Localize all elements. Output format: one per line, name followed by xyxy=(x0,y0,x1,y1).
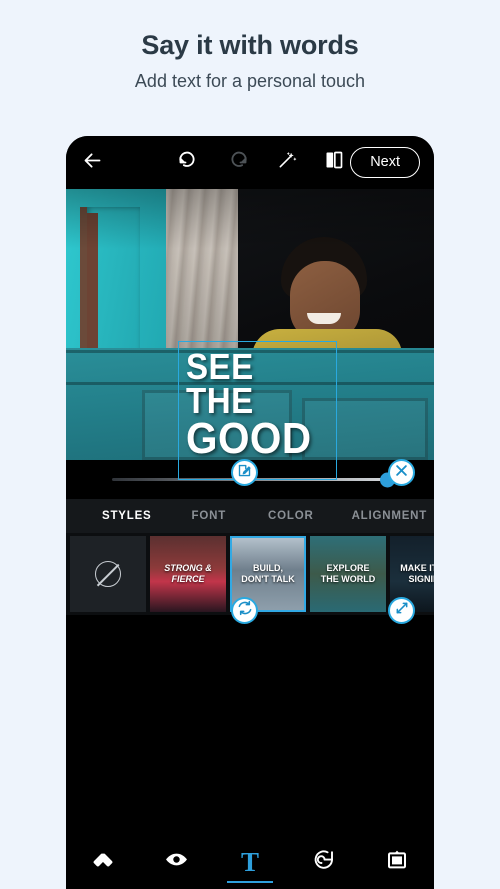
text-option-tabs: STYLES FONT COLOR ALIGNMENT xyxy=(66,499,434,533)
heal-patch-icon xyxy=(91,848,115,877)
redo-button[interactable] xyxy=(221,136,254,189)
overlay-text-line1: SEE THE xyxy=(186,346,254,422)
text-t-icon: T xyxy=(240,846,259,877)
redo-icon xyxy=(228,150,248,175)
back-arrow-icon xyxy=(82,150,103,176)
style-thumb-strong-fierce[interactable]: STRONG & FIERCE xyxy=(150,536,226,612)
magic-wand-button[interactable] xyxy=(270,136,303,189)
sticker-swirl-icon xyxy=(312,848,336,877)
style-thumb-none[interactable] xyxy=(70,536,146,612)
nav-item-heal[interactable] xyxy=(66,835,140,889)
style-thumb-label: STRONG & FIERCE xyxy=(164,562,212,584)
eye-icon xyxy=(164,847,189,877)
nav-item-text[interactable]: T xyxy=(213,835,287,889)
edit-pencil-icon xyxy=(237,463,252,483)
phone-mockup: Next STYLES FONT COLOR ALIGNMENT STRONG … xyxy=(66,136,434,889)
compare-button[interactable] xyxy=(317,136,350,189)
promo-header: Say it with words Add text for a persona… xyxy=(0,0,500,92)
rotate-handle[interactable] xyxy=(231,597,258,624)
back-button[interactable] xyxy=(66,136,120,189)
style-thumb-explore-the-world[interactable]: EXPLORE THE WORLD xyxy=(310,536,386,612)
tab-font[interactable]: FONT xyxy=(192,510,227,522)
overlay-text-line2: GOOD xyxy=(186,414,312,464)
no-style-icon xyxy=(95,561,121,587)
magic-wand-icon xyxy=(277,150,297,175)
undo-icon xyxy=(178,150,198,175)
style-thumb-label: BUILD, DON'T TALK xyxy=(241,562,295,584)
close-x-icon xyxy=(394,463,409,483)
resize-diagonal-icon xyxy=(394,600,410,621)
style-thumb-label: MAKE IT SIMSIGNIFIC xyxy=(400,562,434,584)
edit-handle[interactable] xyxy=(231,459,258,486)
tab-color[interactable]: COLOR xyxy=(268,510,314,522)
delete-handle[interactable] xyxy=(388,459,415,486)
nav-item-frame[interactable] xyxy=(360,835,434,889)
page-title: Say it with words xyxy=(141,30,359,60)
nav-item-looks[interactable] xyxy=(140,835,214,889)
next-button[interactable]: Next xyxy=(350,146,421,179)
compare-split-icon xyxy=(324,150,344,175)
editor-toolbar: Next xyxy=(66,136,434,189)
nav-item-sticker[interactable] xyxy=(287,835,361,889)
promo-page: Say it with words Add text for a persona… xyxy=(0,0,500,889)
page-subtitle: Add text for a personal touch xyxy=(134,71,366,91)
style-thumb-label: EXPLORE THE WORLD xyxy=(320,562,376,584)
rotate-refresh-icon xyxy=(237,600,253,621)
resize-handle[interactable] xyxy=(388,597,415,624)
tab-alignment[interactable]: ALIGNMENT xyxy=(352,510,428,522)
bottom-nav: T xyxy=(66,835,434,889)
tab-styles[interactable]: STYLES xyxy=(102,510,152,522)
overlay-text[interactable]: SEE THE GOOD xyxy=(186,348,324,464)
undo-button[interactable] xyxy=(172,136,205,189)
frame-icon xyxy=(385,848,409,877)
